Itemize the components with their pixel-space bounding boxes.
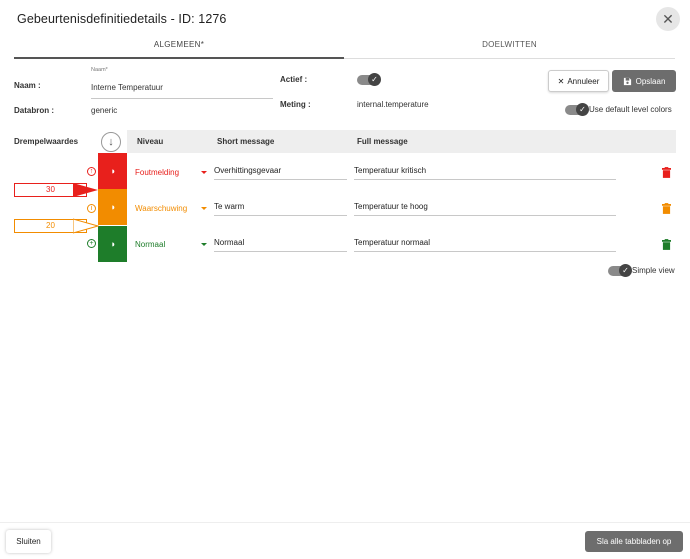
short-message-input[interactable]: Te warm bbox=[214, 200, 347, 216]
active-label: Actief : bbox=[280, 75, 308, 84]
short-message-input[interactable]: Normaal bbox=[214, 236, 347, 252]
name-input[interactable]: Interne Temperatuur bbox=[91, 83, 273, 99]
metric-value: internal.temperature bbox=[357, 100, 429, 109]
full-message-input[interactable]: Temperatuur te hoog bbox=[354, 200, 616, 216]
water-drop-icon: ◑ bbox=[109, 239, 116, 249]
tab-general[interactable]: ALGEMEEN* bbox=[14, 40, 344, 59]
chevron-down-icon[interactable] bbox=[201, 207, 207, 210]
add-icon[interactable]: + bbox=[87, 239, 96, 248]
water-drop-icon: ◑ bbox=[109, 166, 116, 176]
check-icon: ✓ bbox=[619, 264, 632, 277]
close-dialog-button[interactable]: Sluiten bbox=[6, 530, 51, 553]
level-color-block[interactable]: ◑ bbox=[98, 226, 127, 262]
col-level: Niveau bbox=[137, 137, 164, 146]
col-full-message: Full message bbox=[357, 137, 408, 146]
close-button[interactable]: ✕ bbox=[656, 7, 680, 31]
full-message-input[interactable]: Temperatuur kritisch bbox=[354, 164, 616, 180]
info-icon[interactable]: i bbox=[87, 204, 96, 213]
trash-icon[interactable] bbox=[662, 167, 671, 178]
sort-button[interactable]: ↓ bbox=[101, 132, 121, 152]
chevron-down-icon[interactable] bbox=[201, 171, 207, 174]
default-colors-label: Use default level colors bbox=[589, 105, 672, 114]
metric-label: Meting : bbox=[280, 100, 311, 109]
thresholds-label: Drempelwaardes bbox=[14, 137, 79, 146]
name-floating-label: Naam* bbox=[91, 67, 108, 73]
arrow-down-icon: ↓ bbox=[108, 136, 114, 148]
simple-view-label: Simple view bbox=[632, 266, 675, 275]
short-message-input[interactable]: Overhittingsgevaar bbox=[214, 164, 347, 180]
level-color-block[interactable]: ◑ bbox=[98, 189, 127, 225]
level-select[interactable]: Foutmelding bbox=[135, 168, 179, 177]
chevron-down-icon[interactable] bbox=[201, 243, 207, 246]
active-toggle[interactable]: ✓ bbox=[357, 73, 381, 86]
dialog-title: Gebeurtenisdefinitiedetails - ID: 1276 bbox=[17, 12, 227, 26]
save-icon bbox=[623, 77, 631, 85]
simple-view-toggle[interactable]: ✓ bbox=[608, 264, 632, 277]
close-icon: ✕ bbox=[557, 76, 565, 86]
level-select[interactable]: Waarschuwing bbox=[135, 204, 187, 213]
level-color-block[interactable]: ◑ bbox=[98, 153, 127, 189]
check-icon: ✓ bbox=[576, 103, 589, 116]
level-select[interactable]: Normaal bbox=[135, 240, 165, 249]
move-up-icon[interactable]: ↑ bbox=[87, 167, 96, 176]
close-icon: ✕ bbox=[662, 10, 674, 27]
source-value: generic bbox=[91, 106, 118, 115]
source-label: Databron : bbox=[14, 106, 54, 115]
trash-icon[interactable] bbox=[662, 239, 671, 250]
water-drop-icon: ◑ bbox=[109, 202, 116, 212]
save-all-tabs-button[interactable]: Sla alle tabbladen op bbox=[585, 531, 683, 552]
trash-icon[interactable] bbox=[662, 203, 671, 214]
threshold-pointer-icon bbox=[73, 183, 98, 197]
default-colors-toggle[interactable]: ✓ bbox=[565, 103, 589, 116]
threshold-pointer-icon bbox=[73, 218, 99, 234]
name-label: Naam : bbox=[14, 81, 41, 90]
footer-divider bbox=[0, 522, 690, 523]
col-short-message: Short message bbox=[217, 137, 275, 146]
save-button[interactable]: Opslaan bbox=[612, 70, 676, 92]
full-message-input[interactable]: Temperatuur normaal bbox=[354, 236, 616, 252]
tab-targets[interactable]: DOELWITTEN bbox=[344, 40, 675, 59]
check-icon: ✓ bbox=[368, 73, 381, 86]
cancel-button[interactable]: ✕ Annuleer bbox=[548, 70, 609, 92]
